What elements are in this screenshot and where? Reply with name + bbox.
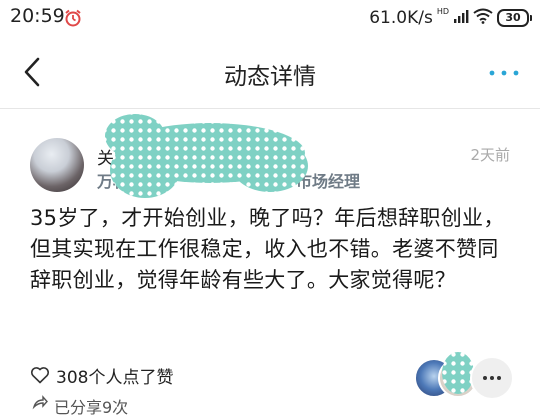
battery-indicator: 30 — [497, 9, 532, 27]
signal-icon — [453, 8, 469, 28]
liker-avatars[interactable] — [414, 352, 514, 400]
more-dots-icon — [489, 70, 519, 76]
wifi-icon — [473, 8, 493, 28]
like-count-text: 308个人点了赞 — [56, 367, 174, 388]
author-avatar[interactable] — [30, 138, 84, 192]
share-count-text: 已分享9次 — [54, 398, 129, 417]
author-job-title: 市场经理 — [296, 172, 361, 191]
author-name[interactable]: 关 — [97, 144, 114, 169]
like-button[interactable]: 308个人点了赞 — [30, 362, 173, 388]
share-info: 已分享9次 — [32, 394, 128, 418]
hd-badge: HD — [436, 7, 449, 16]
heart-outline-icon — [30, 367, 50, 384]
network-speed: 61.0K/s — [369, 8, 433, 28]
battery-level: 30 — [497, 9, 529, 27]
author-company: 万科 — [97, 172, 130, 191]
alarm-clock-icon — [64, 9, 82, 27]
battery-tip — [530, 15, 532, 21]
nav-bar: 动态详情 — [0, 38, 540, 109]
status-indicators: 61.0K/s HD 30 — [369, 5, 532, 31]
status-time: 20:59 — [10, 5, 65, 27]
post-header: 关 万科 市场经理 2天前 — [0, 120, 540, 200]
more-options-button[interactable] — [484, 56, 524, 90]
ellipsis-icon — [483, 376, 501, 380]
share-icon — [32, 394, 48, 418]
status-bar: 20:59 61.0K/s HD 30 — [0, 0, 540, 36]
page-title: 动态详情 — [224, 64, 316, 90]
post-time: 2天前 — [470, 146, 510, 164]
more-likers-button[interactable] — [470, 356, 514, 400]
post-body-text: 35岁了，才开始创业，晚了吗？年后想辞职创业，但其实现在工作很稳定，收入也不错。… — [30, 206, 505, 292]
